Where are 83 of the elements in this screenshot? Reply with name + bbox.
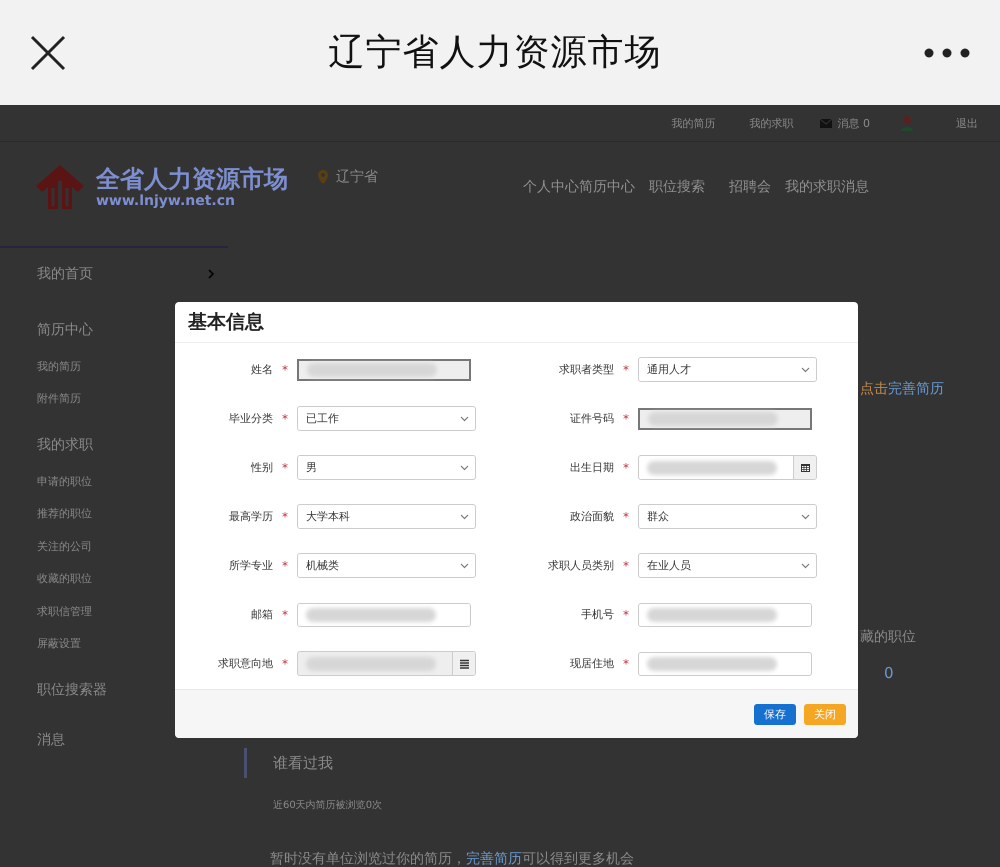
required-mark: * (622, 558, 630, 572)
field-label: 姓名 (250, 362, 273, 377)
required-mark: * (281, 510, 289, 524)
chevron-icon (460, 416, 469, 422)
required-mark: * (281, 656, 289, 670)
dropdown[interactable]: 男 (297, 455, 476, 480)
dropdown[interactable]: 在业人员 (638, 553, 817, 578)
complete-resume-link[interactable]: 完善简历 (466, 851, 522, 867)
sidebar-item[interactable]: 我的首页 (0, 248, 228, 300)
nav-link[interactable]: 个人中心 (523, 178, 579, 196)
field-label: 最高学历 (228, 509, 273, 524)
field-label: 政治面貌 (569, 509, 614, 524)
chevron-icon (801, 514, 810, 520)
dropdown[interactable]: 通用人才 (638, 357, 817, 382)
calendar-icon (800, 462, 810, 473)
dropdown[interactable]: 群众 (638, 504, 817, 529)
list-icon (458, 658, 470, 668)
input-field[interactable] (638, 602, 812, 626)
app-title: 辽宁省人力资源市场 (328, 31, 662, 75)
required-mark: * (622, 460, 630, 474)
logout-link[interactable]: 退出 (956, 116, 978, 130)
dialog-button[interactable]: 关闭 (804, 704, 846, 724)
close-icon[interactable] (30, 34, 66, 70)
chevron-icon (801, 562, 810, 568)
sidebar-section[interactable]: 消息 (0, 720, 228, 760)
location-pin-icon (318, 170, 328, 184)
nav-link[interactable]: 简历中心 (579, 178, 635, 196)
dropdown[interactable]: 已工作 (297, 406, 476, 431)
avatar-icon[interactable] (900, 115, 914, 131)
input-field[interactable] (297, 358, 471, 380)
chevron-right-icon (208, 269, 214, 279)
input-field[interactable] (297, 602, 471, 626)
required-mark: * (622, 656, 630, 670)
input-field[interactable] (638, 652, 812, 676)
required-mark: * (622, 362, 630, 376)
dialog-button[interactable]: 保存 (754, 704, 796, 724)
date-field[interactable] (638, 455, 817, 480)
required-mark: * (622, 412, 630, 426)
chevron-icon (460, 514, 469, 520)
required-mark: * (281, 558, 289, 572)
field-label: 出生日期 (569, 460, 614, 475)
picker-field[interactable] (297, 651, 476, 676)
logo-title: 全省人力资源市场 (96, 165, 288, 193)
dropdown[interactable]: 大学本科 (297, 504, 476, 529)
required-mark: * (281, 412, 289, 426)
field-label: 现居住地 (569, 656, 614, 671)
dialog-title: 基本信息 (188, 310, 264, 335)
required-mark: * (281, 608, 289, 622)
complete-resume-prompt: 点击完善简历 (860, 380, 944, 398)
more-icon[interactable] (924, 46, 970, 58)
field-label: 所学专业 (228, 558, 273, 573)
field-label: 求职者类型 (558, 362, 614, 377)
envelope-icon (820, 118, 832, 128)
top-link[interactable]: 我的求职 (750, 116, 794, 130)
chevron-icon (460, 464, 469, 470)
nav-link[interactable]: 我的求职消息 (785, 178, 869, 196)
required-mark: * (281, 362, 289, 376)
saved-jobs-label: 藏的职位 (860, 628, 916, 646)
complete-resume-link[interactable]: 完善简历 (888, 381, 944, 397)
field-label: 毕业分类 (228, 411, 273, 426)
field-label: 证件号码 (569, 411, 614, 426)
input-field[interactable] (638, 408, 812, 430)
location-label[interactable]: 辽宁省 (336, 168, 378, 186)
logo-url: www.lnjyw.net.cn (96, 193, 236, 209)
messages-link[interactable]: 消息 0 (838, 116, 870, 130)
required-mark: * (622, 608, 630, 622)
chevron-icon (460, 562, 469, 568)
saved-jobs-count[interactable]: 0 (884, 664, 894, 682)
field-label: 邮箱 (250, 607, 273, 622)
chevron-icon (801, 366, 810, 372)
field-label: 求职人员类别 (547, 558, 614, 573)
section-title: 谁看过我 (244, 748, 1000, 778)
required-mark: * (281, 460, 289, 474)
field-label: 求职意向地 (217, 656, 273, 671)
empty-message: 暂时没有单位浏览过你的简历，完善简历可以得到更多机会 (270, 850, 635, 867)
field-label: 手机号 (580, 607, 614, 622)
nav-link[interactable]: 招聘会 (729, 178, 771, 196)
top-link[interactable]: 我的简历 (672, 116, 716, 130)
dropdown[interactable]: 机械类 (297, 553, 476, 578)
field-label: 性别 (250, 460, 273, 475)
required-mark: * (622, 510, 630, 524)
view-stat: 近60天内简历被浏览0次 (273, 798, 384, 812)
nav-link[interactable]: 职位搜索 (649, 178, 705, 196)
